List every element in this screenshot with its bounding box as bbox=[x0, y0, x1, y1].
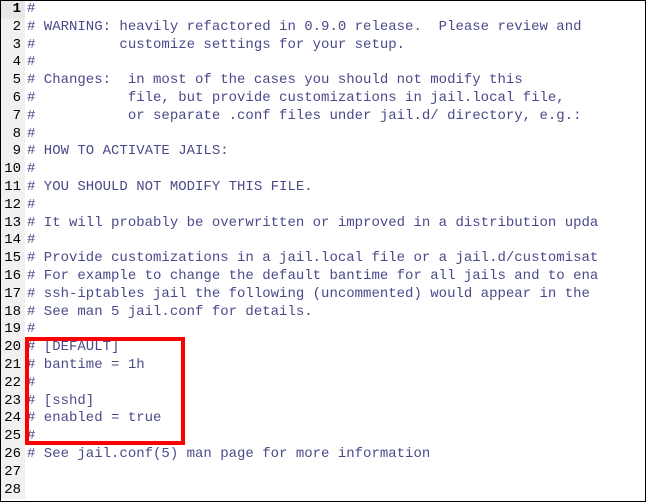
line-number: 23 bbox=[1, 393, 25, 411]
editor-line[interactable]: 8# bbox=[1, 126, 645, 144]
line-content: # HOW TO ACTIVATE JAILS: bbox=[25, 143, 229, 161]
line-content: # For example to change the default bant… bbox=[25, 268, 598, 286]
line-number: 16 bbox=[1, 268, 25, 286]
editor-line[interactable]: 7# or separate .conf files under jail.d/… bbox=[1, 108, 645, 126]
line-number: 5 bbox=[1, 72, 25, 90]
editor-line[interactable]: 17# ssh-iptables jail the following (unc… bbox=[1, 286, 645, 304]
line-number: 24 bbox=[1, 410, 25, 428]
editor-line[interactable]: 15# Provide customizations in a jail.loc… bbox=[1, 250, 645, 268]
line-number: 17 bbox=[1, 286, 25, 304]
editor-line[interactable]: 21# bantime = 1h bbox=[1, 357, 645, 375]
line-content: # bbox=[25, 161, 35, 179]
line-number: 11 bbox=[1, 179, 25, 197]
line-number: 20 bbox=[1, 339, 25, 357]
line-number: 7 bbox=[1, 108, 25, 126]
line-content bbox=[25, 482, 27, 500]
line-number: 22 bbox=[1, 375, 25, 393]
line-content: # bbox=[25, 54, 35, 72]
line-content: # WARNING: heavily refactored in 0.9.0 r… bbox=[25, 19, 582, 37]
editor-line[interactable]: 12# bbox=[1, 197, 645, 215]
editor-line[interactable]: 9# HOW TO ACTIVATE JAILS: bbox=[1, 143, 645, 161]
line-content: # [DEFAULT] bbox=[25, 339, 119, 357]
editor-line[interactable]: 16# For example to change the default ba… bbox=[1, 268, 645, 286]
line-number: 9 bbox=[1, 143, 25, 161]
editor-line[interactable]: 6# file, but provide customizations in j… bbox=[1, 90, 645, 108]
line-content: # bbox=[25, 1, 35, 19]
editor-line[interactable]: 20# [DEFAULT] bbox=[1, 339, 645, 357]
editor-line[interactable]: 22# bbox=[1, 375, 645, 393]
editor-line[interactable]: 4# bbox=[1, 54, 645, 72]
line-number: 13 bbox=[1, 215, 25, 233]
line-number: 14 bbox=[1, 232, 25, 250]
line-number: 28 bbox=[1, 482, 25, 500]
line-number: 18 bbox=[1, 304, 25, 322]
text-editor[interactable]: 1#2# WARNING: heavily refactored in 0.9.… bbox=[1, 1, 645, 501]
editor-line[interactable]: 3# customize settings for your setup. bbox=[1, 37, 645, 55]
line-content: # It will probably be overwritten or imp… bbox=[25, 215, 598, 233]
line-content: # enabled = true bbox=[25, 410, 161, 428]
editor-line[interactable]: 25# bbox=[1, 428, 645, 446]
line-number: 26 bbox=[1, 446, 25, 464]
editor-line[interactable]: 14# bbox=[1, 232, 645, 250]
editor-line[interactable]: 18# See man 5 jail.conf for details. bbox=[1, 304, 645, 322]
line-number: 25 bbox=[1, 428, 25, 446]
editor-line[interactable]: 13# It will probably be overwritten or i… bbox=[1, 215, 645, 233]
editor-line[interactable]: 10# bbox=[1, 161, 645, 179]
editor-line[interactable]: 27 bbox=[1, 464, 645, 482]
line-content: # bbox=[25, 232, 35, 250]
editor-line[interactable]: 24# enabled = true bbox=[1, 410, 645, 428]
line-number: 15 bbox=[1, 250, 25, 268]
line-number: 19 bbox=[1, 321, 25, 339]
line-content: # Provide customizations in a jail.local… bbox=[25, 250, 598, 268]
line-content: # file, but provide customizations in ja… bbox=[25, 90, 565, 108]
line-content: # bbox=[25, 197, 35, 215]
editor-line[interactable]: 5# Changes: in most of the cases you sho… bbox=[1, 72, 645, 90]
editor-line[interactable]: 23# [sshd] bbox=[1, 393, 645, 411]
line-number: 21 bbox=[1, 357, 25, 375]
editor-line[interactable]: 1# bbox=[1, 1, 645, 19]
line-content: # bantime = 1h bbox=[25, 357, 145, 375]
line-number: 12 bbox=[1, 197, 25, 215]
line-number: 1 bbox=[1, 1, 25, 19]
editor-line[interactable]: 28 bbox=[1, 482, 645, 500]
line-content: # YOU SHOULD NOT MODIFY THIS FILE. bbox=[25, 179, 313, 197]
line-content: # See man 5 jail.conf for details. bbox=[25, 304, 313, 322]
line-number: 4 bbox=[1, 54, 25, 72]
line-content: # [sshd] bbox=[25, 393, 94, 411]
line-content: # or separate .conf files under jail.d/ … bbox=[25, 108, 582, 126]
editor-line[interactable]: 19# bbox=[1, 321, 645, 339]
editor-line[interactable]: 26# See jail.conf(5) man page for more i… bbox=[1, 446, 645, 464]
line-number: 6 bbox=[1, 90, 25, 108]
line-number: 3 bbox=[1, 37, 25, 55]
line-content: # ssh-iptables jail the following (uncom… bbox=[25, 286, 598, 304]
line-content: # bbox=[25, 428, 35, 446]
line-content: # See jail.conf(5) man page for more inf… bbox=[25, 446, 430, 464]
line-content bbox=[25, 464, 27, 482]
line-content: # bbox=[25, 375, 35, 393]
editor-line[interactable]: 11# YOU SHOULD NOT MODIFY THIS FILE. bbox=[1, 179, 645, 197]
line-number: 2 bbox=[1, 19, 25, 37]
editor-line[interactable]: 2# WARNING: heavily refactored in 0.9.0 … bbox=[1, 19, 645, 37]
line-number: 27 bbox=[1, 464, 25, 482]
line-number: 8 bbox=[1, 126, 25, 144]
line-content: # bbox=[25, 321, 35, 339]
line-content: # Changes: in most of the cases you shou… bbox=[25, 72, 523, 90]
line-number: 10 bbox=[1, 161, 25, 179]
line-content: # bbox=[25, 126, 35, 144]
line-content: # customize settings for your setup. bbox=[25, 37, 405, 55]
